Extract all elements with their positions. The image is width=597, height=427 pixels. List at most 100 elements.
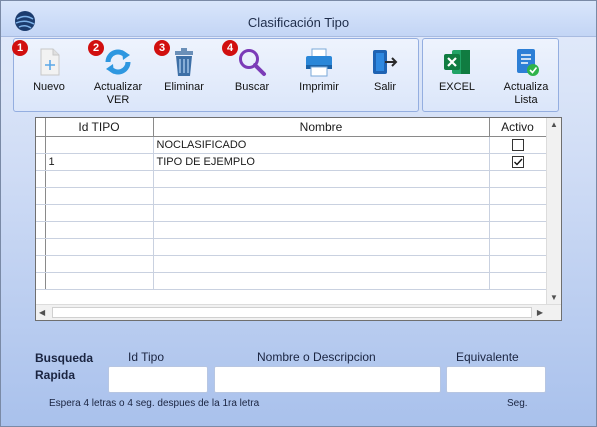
update-list-label: Actualiza Lista — [503, 81, 549, 106]
print-button[interactable]: Imprimir — [290, 39, 348, 111]
search-button-label: Buscar — [234, 81, 270, 93]
quick-search-title-line1: Busqueda — [35, 351, 94, 365]
row-indicator[interactable] — [36, 204, 46, 222]
badge-2: 2 — [88, 40, 104, 56]
cell-id[interactable] — [45, 136, 154, 154]
cell-nombre[interactable] — [153, 187, 490, 205]
row-indicator[interactable] — [36, 272, 46, 290]
checkbox-checked[interactable] — [511, 155, 524, 168]
printer-icon — [306, 48, 332, 77]
row-indicator[interactable] — [36, 221, 46, 239]
scroll-right-icon[interactable]: ▶ — [537, 308, 543, 317]
excel-icon — [444, 50, 470, 74]
cell-nombre[interactable]: TIPO DE EJEMPLO — [153, 153, 490, 171]
cell-activo[interactable] — [489, 272, 547, 290]
empty-row[interactable] — [36, 255, 547, 273]
cell-nombre[interactable] — [153, 255, 490, 273]
add-file-icon — [40, 48, 60, 76]
cell-activo[interactable] — [489, 204, 547, 222]
empty-row[interactable] — [36, 187, 547, 205]
cell-id[interactable] — [45, 221, 154, 239]
name-description-input[interactable] — [214, 366, 441, 393]
cell-id[interactable] — [45, 238, 154, 256]
excel-button[interactable]: EXCEL — [427, 39, 487, 111]
export-toolbar: EXCEL Actualiza Lista — [422, 38, 559, 112]
equivalente-input[interactable] — [446, 366, 546, 393]
main-toolbar: Nuevo 1 Actualizar VER 2 Eliminar 3 Busc… — [12, 38, 419, 112]
scroll-down-icon[interactable]: ▼ — [550, 293, 558, 302]
vertical-scrollbar[interactable]: ▲ ▼ — [546, 118, 561, 304]
exit-icon — [373, 50, 398, 74]
cell-id[interactable] — [45, 272, 154, 290]
row-indicator[interactable] — [36, 136, 46, 154]
search-icon — [239, 49, 266, 76]
horizontal-scrollbar[interactable]: ◀ ▶ — [36, 304, 561, 320]
badge-1: 1 — [12, 40, 28, 56]
title-bar: Clasificación Tipo — [1, 1, 596, 37]
cell-id[interactable] — [45, 255, 154, 273]
cell-activo[interactable] — [489, 221, 547, 239]
id-tipo-input[interactable] — [108, 366, 208, 393]
row-indicator[interactable] — [36, 187, 46, 205]
trash-icon — [175, 48, 193, 76]
empty-row[interactable] — [36, 170, 547, 188]
badge-4: 4 — [222, 40, 238, 56]
refresh-icon — [105, 49, 131, 75]
row-indicator[interactable] — [36, 170, 46, 188]
cell-nombre[interactable] — [153, 170, 490, 188]
column-header-activo[interactable]: Activo — [489, 118, 547, 137]
cell-nombre[interactable]: NOCLASIFICADO — [153, 136, 490, 154]
row-indicator[interactable] — [36, 238, 46, 256]
refresh-view-label: Actualizar VER — [93, 81, 143, 106]
quick-search-title-line2: Rapida — [35, 368, 76, 382]
cell-id[interactable] — [45, 170, 154, 188]
new-button-label: Nuevo — [33, 81, 65, 93]
cell-id[interactable] — [45, 187, 154, 205]
cell-id[interactable]: 1 — [45, 153, 154, 171]
empty-row[interactable] — [36, 221, 547, 239]
data-grid[interactable]: Id TIPO Nombre Activo NOCLASIFICADO 1 TIPO… — [35, 117, 562, 321]
id-tipo-label: Id Tipo — [128, 350, 165, 364]
name-description-label: Nombre o Descripcion — [257, 350, 376, 364]
cell-activo[interactable] — [489, 238, 547, 256]
cell-activo[interactable] — [489, 255, 547, 273]
exit-button-label: Salir — [373, 81, 396, 93]
delete-button-label: Eliminar — [164, 81, 204, 93]
table-row[interactable]: NOCLASIFICADO — [36, 136, 547, 154]
checkbox-unchecked[interactable] — [511, 138, 524, 151]
equivalente-label: Equivalente — [456, 350, 519, 364]
table-row[interactable]: 1 TIPO DE EJEMPLO — [36, 153, 547, 171]
search-hint: Espera 4 letras o 4 seg. despues de la 1… — [49, 398, 260, 409]
window: Clasificación Tipo Nuevo 1 Actualizar VE… — [0, 0, 597, 427]
cell-nombre[interactable] — [153, 221, 490, 239]
cell-nombre[interactable] — [153, 272, 490, 290]
empty-row[interactable] — [36, 238, 547, 256]
cell-nombre[interactable] — [153, 238, 490, 256]
update-list-button[interactable]: Actualiza Lista — [495, 39, 557, 111]
cell-nombre[interactable] — [153, 204, 490, 222]
column-header-nombre[interactable]: Nombre — [153, 118, 490, 137]
empty-row[interactable] — [36, 272, 547, 290]
scroll-up-icon[interactable]: ▲ — [550, 120, 558, 129]
window-title: Clasificación Tipo — [247, 15, 350, 30]
cell-activo[interactable] — [489, 187, 547, 205]
exit-button[interactable]: Salir — [356, 39, 414, 111]
horizontal-scroll-thumb[interactable] — [52, 307, 532, 318]
cell-activo[interactable] — [489, 170, 547, 188]
grid-header-row: Id TIPO Nombre Activo — [36, 118, 547, 137]
print-button-label: Imprimir — [299, 81, 339, 93]
cell-id[interactable] — [45, 204, 154, 222]
row-indicator[interactable] — [36, 153, 46, 171]
update-list-icon — [517, 49, 539, 76]
badge-3: 3 — [154, 40, 170, 56]
seconds-label: Seg. — [507, 398, 528, 409]
row-indicator-header — [36, 118, 46, 137]
scroll-left-icon[interactable]: ◀ — [39, 308, 45, 317]
cell-activo[interactable] — [489, 136, 547, 154]
column-header-id[interactable]: Id TIPO — [45, 118, 154, 137]
grid-table: Id TIPO Nombre Activo NOCLASIFICADO 1 TIPO… — [36, 118, 547, 290]
cell-activo[interactable] — [489, 153, 547, 171]
empty-row[interactable] — [36, 204, 547, 222]
check-icon — [513, 158, 523, 166]
row-indicator[interactable] — [36, 255, 46, 273]
